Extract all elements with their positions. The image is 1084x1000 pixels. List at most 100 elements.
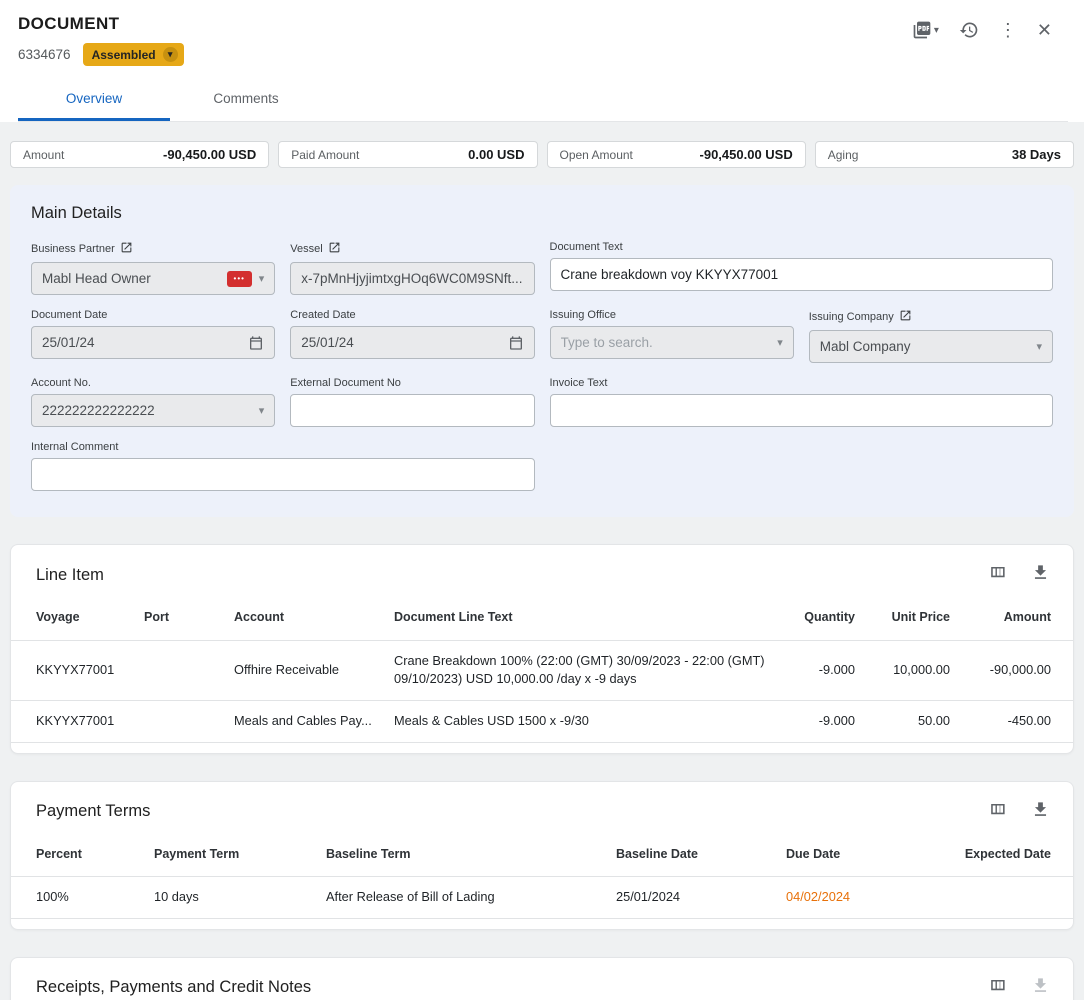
- pdf-icon: [912, 20, 932, 40]
- field-created-date: Created Date 25/01/24: [290, 309, 534, 363]
- close-button[interactable]: ✕: [1037, 21, 1052, 39]
- cell-account: Offhire Receivable: [226, 640, 386, 700]
- internal-comment-input[interactable]: [42, 459, 524, 490]
- column-settings-icon[interactable]: [988, 976, 1007, 1000]
- close-icon: ✕: [1037, 21, 1052, 39]
- issuing-company-select[interactable]: Mabl Company ▾: [809, 330, 1053, 363]
- summary-value: -90,450.00 USD: [700, 147, 793, 162]
- tab-comments[interactable]: Comments: [170, 78, 322, 121]
- column-header: Account: [226, 595, 386, 640]
- cell-port: [136, 640, 226, 700]
- calendar-icon[interactable]: [248, 335, 264, 351]
- field-value: 25/01/24: [301, 335, 354, 350]
- field-value: 25/01/24: [42, 335, 95, 350]
- summary-card-paid-amount: Paid Amount 0.00 USD: [278, 141, 537, 168]
- column-header: Document Line Text: [386, 595, 773, 640]
- header-actions: ▾ ⋮ ✕: [912, 14, 1068, 40]
- field-label: Issuing Company: [809, 311, 894, 323]
- field-label: Issuing Office: [550, 309, 616, 321]
- main-content: Amount -90,450.00 USD Paid Amount 0.00 U…: [0, 122, 1084, 1000]
- cell-voyage: KKYYX77001: [11, 640, 136, 700]
- page-title: DOCUMENT: [18, 14, 184, 34]
- business-partner-select[interactable]: Mabl Head Owner ••• ▾: [31, 262, 275, 295]
- chevron-down-icon: ▾: [259, 404, 265, 417]
- column-header: Unit Price: [863, 595, 958, 640]
- column-settings-icon[interactable]: [988, 800, 1007, 824]
- tab-bar: Overview Comments: [18, 78, 1068, 122]
- cell-account: Meals and Cables Pay...: [226, 700, 386, 742]
- invoice-text-input-wrap: [550, 394, 1054, 427]
- history-button[interactable]: [959, 20, 979, 40]
- document-number: 6334676: [18, 47, 71, 62]
- field-account-no: Account No. 222222222222222 ▾: [31, 377, 275, 427]
- tab-overview[interactable]: Overview: [18, 78, 170, 121]
- column-header: Quantity: [773, 595, 863, 640]
- column-header: Voyage: [11, 595, 136, 640]
- chevron-down-icon: ▾: [934, 25, 939, 36]
- vessel-field[interactable]: x-7pMnHjyjimtxgHOq6WC0M9SNft...: [290, 262, 534, 295]
- field-label: Document Date: [31, 309, 107, 321]
- cell-baseline-date: 25/01/2024: [608, 877, 778, 919]
- field-document-date: Document Date 25/01/24: [31, 309, 275, 363]
- field-label: Business Partner: [31, 243, 115, 255]
- summary-card-open-amount: Open Amount -90,450.00 USD: [547, 141, 806, 168]
- status-badge-dropdown[interactable]: Assembled ▾: [83, 43, 184, 66]
- calendar-icon[interactable]: [508, 335, 524, 351]
- kebab-menu-icon: ⋮: [999, 21, 1017, 39]
- cell-amount: -90,000.00: [958, 640, 1073, 700]
- download-icon[interactable]: [1031, 563, 1050, 587]
- column-settings-icon[interactable]: [988, 563, 1007, 587]
- document-date-field[interactable]: 25/01/24: [31, 326, 275, 359]
- summary-label: Paid Amount: [291, 148, 359, 162]
- line-item-table: Voyage Port Account Document Line Text Q…: [11, 595, 1073, 743]
- summary-cards-row: Amount -90,450.00 USD Paid Amount 0.00 U…: [10, 141, 1074, 168]
- field-invoice-text: Invoice Text: [550, 377, 1054, 427]
- status-label: Assembled: [92, 48, 156, 62]
- pdf-export-button[interactable]: ▾: [912, 20, 939, 40]
- cell-unit-price: 10,000.00: [863, 640, 958, 700]
- external-document-no-input-wrap: [290, 394, 534, 427]
- external-link-icon[interactable]: [899, 309, 912, 325]
- section-title: Receipts, Payments and Credit Notes: [36, 978, 311, 997]
- download-icon[interactable]: [1031, 800, 1050, 824]
- field-business-partner: Business Partner Mabl Head Owner ••• ▾: [31, 241, 275, 295]
- column-header: Due Date: [778, 832, 913, 877]
- summary-value: 38 Days: [1012, 147, 1061, 162]
- account-no-select[interactable]: 222222222222222 ▾: [31, 394, 275, 427]
- issuing-office-select[interactable]: Type to search. ▾: [550, 326, 794, 359]
- line-item-section: Line Item Voyage Port Account: [10, 544, 1074, 754]
- chevron-down-icon: ▾: [777, 336, 783, 349]
- table-row[interactable]: KKYYX77001 Offhire Receivable Crane Brea…: [11, 640, 1073, 700]
- field-value: Mabl Head Owner: [42, 271, 151, 286]
- field-external-document-no: External Document No: [290, 377, 534, 427]
- table-row[interactable]: KKYYX77001 Meals and Cables Pay... Meals…: [11, 700, 1073, 742]
- field-value: x-7pMnHjyjimtxgHOq6WC0M9SNft...: [301, 271, 522, 286]
- more-options-button[interactable]: ⋮: [999, 21, 1017, 39]
- external-link-icon[interactable]: [120, 241, 133, 257]
- payment-terms-table: Percent Payment Term Baseline Term Basel…: [11, 832, 1073, 919]
- header-left: DOCUMENT 6334676 Assembled ▾: [18, 14, 184, 66]
- column-header: Baseline Date: [608, 832, 778, 877]
- external-document-no-input[interactable]: [301, 395, 523, 426]
- cell-quantity: -9.000: [773, 700, 863, 742]
- field-value: Mabl Company: [820, 339, 911, 354]
- invoice-text-input[interactable]: [561, 395, 1043, 426]
- document-text-input[interactable]: [561, 259, 1043, 290]
- table-row[interactable]: 100% 10 days After Release of Bill of La…: [11, 877, 1073, 919]
- section-title: Line Item: [36, 566, 104, 585]
- created-date-field[interactable]: 25/01/24: [290, 326, 534, 359]
- partner-flag-badge[interactable]: •••: [227, 271, 252, 287]
- column-header: Baseline Term: [318, 832, 608, 877]
- field-label: Created Date: [290, 309, 355, 321]
- summary-label: Amount: [23, 148, 64, 162]
- field-label: External Document No: [290, 377, 401, 389]
- cell-baseline-term: After Release of Bill of Lading: [318, 877, 608, 919]
- top-bar: DOCUMENT 6334676 Assembled ▾ ▾: [0, 0, 1084, 122]
- field-vessel: Vessel x-7pMnHjyjimtxgHOq6WC0M9SNft...: [290, 241, 534, 295]
- download-icon: [1031, 976, 1050, 1000]
- internal-comment-input-wrap: [31, 458, 535, 491]
- column-header: Percent: [11, 832, 146, 877]
- external-link-icon[interactable]: [328, 241, 341, 257]
- field-placeholder: Type to search.: [561, 335, 653, 350]
- cell-unit-price: 50.00: [863, 700, 958, 742]
